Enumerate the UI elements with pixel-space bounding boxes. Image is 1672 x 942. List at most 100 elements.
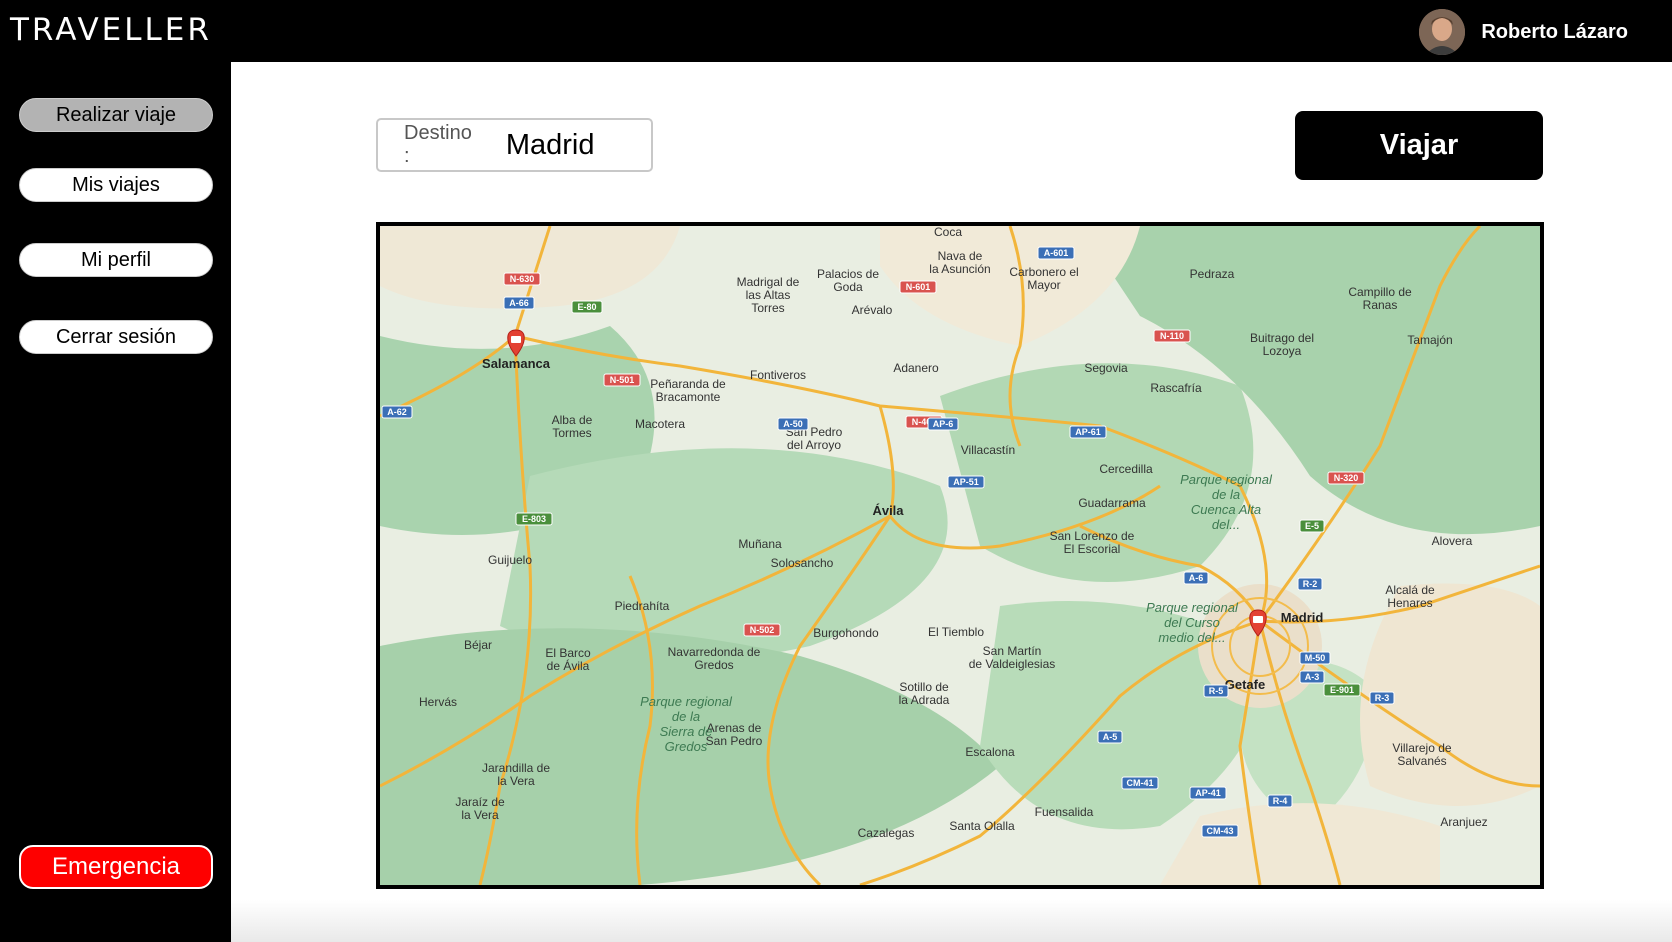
map-place-getafe: Getafe: [1225, 677, 1265, 692]
svg-text:N-320: N-320: [1334, 473, 1359, 483]
road-badge-n-601: N-601: [899, 280, 937, 294]
map-terrain: [380, 226, 1540, 885]
road-badge-ap-51: AP-51: [947, 475, 985, 489]
svg-text:AP-51: AP-51: [953, 477, 979, 487]
app-logo: TRAVELLER: [10, 12, 212, 48]
app-root: TRAVELLER Roberto Lázaro Realizar viaje …: [0, 0, 1672, 942]
map-place-pedraza: Pedraza: [1190, 267, 1235, 281]
map-place-el-barco-de-avila: El Barco de Ávila: [545, 646, 591, 673]
map-place-villarejo-de-salvanes: Villarejo de Salvanés: [1392, 741, 1451, 768]
sidebar-item-mis-viajes[interactable]: Mis viajes: [19, 168, 213, 202]
map-place-arenas-de-san-pedro: Arenas de San Pedro: [706, 721, 763, 748]
map-place-alovera: Alovera: [1432, 534, 1473, 548]
road-badge-ap-6: AP-6: [927, 417, 959, 431]
svg-text:A-601: A-601: [1044, 248, 1069, 258]
sidebar-item-realizar-viaje[interactable]: Realizar viaje: [19, 98, 213, 132]
svg-text:CM-43: CM-43: [1206, 826, 1233, 836]
top-bar: TRAVELLER Roberto Lázaro: [0, 0, 1672, 62]
map-place-sotillo-de-la-adrada: Sotillo de la Adrada: [899, 680, 950, 707]
sidebar-item-mi-perfil[interactable]: Mi perfil: [19, 243, 213, 277]
map-place-munana: Muñana: [738, 537, 782, 551]
sidebar: Realizar viaje Mis viajes Mi perfil Cerr…: [0, 62, 231, 942]
bottom-shadow: [231, 900, 1672, 942]
map-place-aranjuez: Aranjuez: [1440, 815, 1487, 829]
svg-text:A-50: A-50: [783, 419, 803, 429]
route-map[interactable]: .pl { font-family: "Liberation Sans", sa…: [376, 222, 1544, 889]
road-badge-a-62: A-62: [381, 405, 413, 419]
map-place-nava-de-la-asuncion: Nava de la Asunción: [929, 249, 990, 276]
svg-text:A-62: A-62: [387, 407, 407, 417]
road-badge-n-502: N-502: [743, 623, 781, 637]
map-place-macotera: Macotera: [635, 417, 685, 431]
road-badge-e-901: E-901: [1323, 683, 1361, 697]
svg-text:E-803: E-803: [522, 514, 546, 524]
svg-text:E-901: E-901: [1330, 685, 1354, 695]
road-badge-ap-41: AP-41: [1189, 786, 1227, 800]
svg-text:R-3: R-3: [1375, 693, 1390, 703]
map-place-alba-de-tormes: Alba de Tormes: [552, 413, 593, 440]
svg-text:M-50: M-50: [1305, 653, 1326, 663]
map-place-fuensalida: Fuensalida: [1035, 805, 1094, 819]
map-canvas[interactable]: .pl { font-family: "Liberation Sans", sa…: [380, 226, 1540, 885]
svg-text:A-6: A-6: [1189, 573, 1204, 583]
travel-button-label: Viajar: [1379, 129, 1459, 161]
map-place-coca: Coca: [934, 226, 962, 239]
svg-text:R-5: R-5: [1209, 686, 1224, 696]
road-badge-n-320: N-320: [1327, 471, 1365, 485]
avatar[interactable]: [1419, 9, 1466, 55]
map-place-alcala-de-henares: Alcalá de Henares: [1385, 583, 1435, 610]
destination-field[interactable]: Destino :: [376, 118, 656, 172]
map-place-avila: Ávila: [872, 503, 904, 518]
destination-label: Destino :: [404, 122, 472, 167]
road-badge-e-803: E-803: [515, 512, 553, 526]
destination-input[interactable]: [505, 128, 656, 162]
map-place-salamanca: Salamanca: [482, 356, 551, 371]
svg-text:R-4: R-4: [1273, 796, 1288, 806]
road-badge-a-601: A-601: [1037, 246, 1075, 260]
road-badge-cm-43: CM-43: [1201, 824, 1239, 838]
svg-text:R-2: R-2: [1303, 579, 1318, 589]
map-place-burgohondo: Burgohondo: [813, 626, 879, 640]
map-place-madrid: Madrid: [1281, 610, 1324, 625]
road-badge-n-110: N-110: [1153, 329, 1191, 343]
emergency-button[interactable]: Emergencia: [19, 845, 213, 889]
svg-text:N-630: N-630: [510, 274, 535, 284]
road-badge-r-2: R-2: [1297, 577, 1323, 591]
road-badge-e-5: E-5: [1299, 519, 1325, 533]
sidebar-item-cerrar-sesion[interactable]: Cerrar sesión: [19, 320, 213, 354]
svg-text:CM-41: CM-41: [1126, 778, 1153, 788]
map-place-jaraiz-de-la-vera: Jaraíz de la Vera: [455, 795, 505, 822]
svg-text:A-5: A-5: [1103, 732, 1118, 742]
map-place-penaranda-de-bracamonte: Peñaranda de Bracamonte: [650, 377, 726, 404]
map-place-guadarrama: Guadarrama: [1078, 496, 1146, 510]
road-badge-a-50: A-50: [777, 417, 809, 431]
map-place-fontiveros: Fontiveros: [750, 368, 806, 382]
map-place-solosancho: Solosancho: [771, 556, 834, 570]
road-badge-n-501: N-501: [603, 373, 641, 387]
svg-text:E-80: E-80: [577, 302, 596, 312]
map-place-bejar: Béjar: [464, 638, 492, 652]
road-badge-cm-41: CM-41: [1121, 776, 1159, 790]
map-place-segovia: Segovia: [1084, 361, 1128, 375]
map-place-tamajon: Tamajón: [1407, 333, 1452, 347]
svg-text:E-5: E-5: [1305, 521, 1319, 531]
road-badge-ap-61: AP-61: [1069, 425, 1107, 439]
svg-text:A-66: A-66: [509, 298, 529, 308]
road-badge-a-66: A-66: [503, 296, 535, 310]
road-badge-a-5: A-5: [1097, 730, 1123, 744]
map-place-santa-olalla: Santa Olalla: [949, 819, 1015, 833]
svg-text:AP-61: AP-61: [1075, 427, 1101, 437]
sidebar-item-label: Mi perfil: [80, 248, 151, 271]
user-name: Roberto Lázaro: [1481, 20, 1628, 43]
sidebar-item-label: Realizar viaje: [55, 103, 177, 126]
road-badge-a-3: A-3: [1299, 670, 1325, 684]
avatar-image: [1419, 9, 1466, 55]
travel-button[interactable]: Viajar: [1295, 111, 1543, 180]
user-menu[interactable]: Roberto Lázaro: [1419, 9, 1628, 55]
map-place-adanero: Adanero: [893, 361, 939, 375]
sidebar-item-label: Cerrar sesión: [55, 325, 177, 348]
road-badge-a-6: A-6: [1183, 571, 1209, 585]
map-place-el-tiemblo: El Tiemblo: [928, 625, 984, 639]
road-badge-r-4: R-4: [1267, 794, 1293, 808]
emergency-label: Emergencia: [51, 853, 181, 880]
